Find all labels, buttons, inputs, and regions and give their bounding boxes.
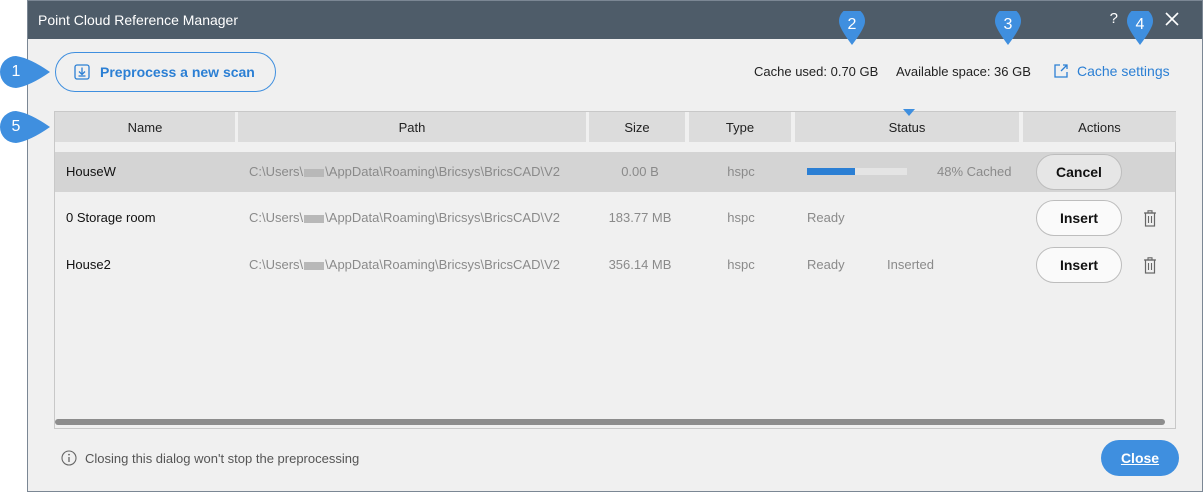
preprocess-label: Preprocess a new scan [100,64,255,80]
cache-progress-bar [807,168,907,175]
callout-marker-3: 3 [995,7,1021,45]
redacted-username [304,214,325,223]
cache-settings-link[interactable]: Cache settings [1053,63,1170,79]
row-name: 0 Storage room [66,210,156,225]
table-row[interactable]: 0 Storage room C:\Users\ \AppData\Roaming… [55,198,1175,238]
column-header-size[interactable]: Size [589,112,685,142]
external-link-icon [1054,64,1068,78]
row-status: Ready [807,257,845,272]
horizontal-scrollbar[interactable] [55,419,1165,425]
point-cloud-table: Name Path Size Type Status Actions House… [54,109,1176,429]
row-path: C:\Users\ \AppData\Roaming\Bricsys\BricsC… [249,257,560,272]
table-row[interactable]: HouseW C:\Users\ \AppData\Roaming\Bricsys… [55,152,1175,192]
footer-note: Closing this dialog won't stop the prepr… [61,450,359,466]
table-header: Name Path Size Type Status Actions [55,112,1176,142]
progress-label: 48% Cached [937,164,1012,179]
row-type: hspc [727,210,755,225]
row-status-inserted: Inserted [887,257,934,272]
table-row[interactable]: House2 C:\Users\ \AppData\Roaming\Bricsys… [55,245,1175,285]
window-title: Point Cloud Reference Manager [38,12,239,28]
info-icon [61,450,77,466]
trash-icon[interactable] [1143,210,1157,227]
row-path: C:\Users\ \AppData\Roaming\Bricsys\BricsC… [249,210,560,225]
row-name: House2 [66,257,111,272]
close-icon[interactable] [1164,11,1180,27]
sort-indicator-icon [903,109,915,116]
callout-marker-5: 5 [0,111,50,143]
row-name: HouseW [66,164,116,179]
download-icon [74,64,90,80]
close-button[interactable]: Close [1101,440,1179,476]
available-space-text: Available space: 36 GB [896,64,1031,79]
trash-icon[interactable] [1143,257,1157,274]
column-header-name[interactable]: Name [55,112,235,142]
row-status: Ready [807,210,845,225]
callout-marker-4: 4 [1127,7,1153,45]
footer-note-text: Closing this dialog won't stop the prepr… [85,450,360,466]
row-size: 0.00 B [621,164,659,179]
preprocess-new-scan-button[interactable]: Preprocess a new scan [55,52,276,92]
column-header-path[interactable]: Path [238,112,586,142]
help-button[interactable]: ? [1110,10,1118,27]
row-size: 183.77 MB [608,210,672,225]
row-size: 356.14 MB [608,257,672,272]
cache-settings-label: Cache settings [1077,63,1170,79]
row-path: C:\Users\ \AppData\Roaming\Bricsys\BricsC… [249,164,560,179]
callout-marker-2: 2 [839,7,865,45]
insert-button[interactable]: Insert [1036,247,1122,283]
column-header-type[interactable]: Type [689,112,791,142]
redacted-username [304,261,325,270]
callout-marker-1: 1 [0,56,50,88]
cache-used-text: Cache used: 0.70 GB [754,64,879,79]
point-cloud-reference-manager-dialog: Point Cloud Reference Manager ? Preproce… [27,0,1203,492]
column-header-actions[interactable]: Actions [1023,112,1176,142]
progress-fill [807,168,855,175]
insert-button[interactable]: Insert [1036,200,1122,236]
redacted-username [304,168,325,177]
row-type: hspc [727,164,755,179]
row-type: hspc [727,257,755,272]
title-bar: Point Cloud Reference Manager ? [28,1,1202,39]
column-header-status[interactable]: Status [795,112,1019,142]
cancel-button[interactable]: Cancel [1036,154,1122,190]
